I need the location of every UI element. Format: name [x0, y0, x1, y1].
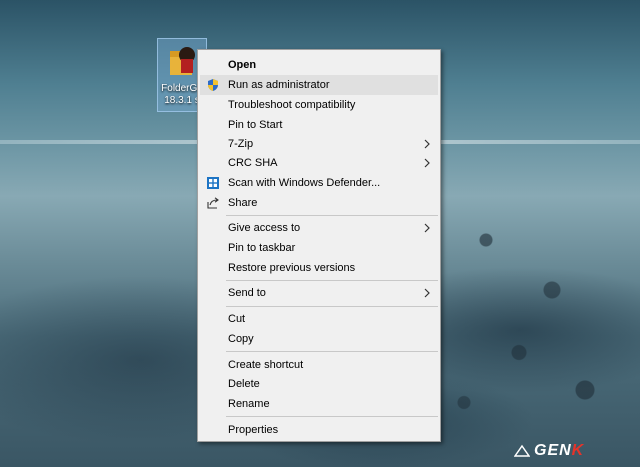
menu-item-restore-previous-versions[interactable]: Restore previous versions	[200, 258, 438, 278]
defender-icon	[207, 177, 219, 189]
menu-item-label: Cut	[228, 313, 246, 325]
menu-item-label: Delete	[228, 378, 260, 390]
menu-separator	[226, 215, 438, 216]
menu-item-send-to[interactable]: Send to	[200, 283, 438, 303]
menu-item-label: Copy	[228, 333, 254, 345]
menu-item-scan-windows-defender[interactable]: Scan with Windows Defender...	[200, 173, 438, 193]
menu-item-properties[interactable]: Properties	[200, 420, 438, 440]
menu-item-label: Scan with Windows Defender...	[228, 177, 381, 189]
menu-item-label: 7-Zip	[228, 138, 254, 150]
menu-item-label: Create shortcut	[228, 359, 304, 371]
menu-item-label: Pin to taskbar	[228, 242, 296, 254]
logo-text-accent: K	[571, 442, 585, 459]
menu-item-label: Send to	[228, 287, 266, 299]
context-menu: Open Run as administrator Troubleshoot c…	[197, 49, 441, 442]
menu-separator	[226, 416, 438, 417]
menu-item-label: Restore previous versions	[228, 262, 356, 274]
menu-item-label: Give access to	[228, 222, 301, 234]
menu-item-7zip[interactable]: 7-Zip	[200, 134, 438, 154]
chevron-right-icon	[424, 288, 430, 298]
menu-item-label: Run as administrator	[228, 79, 330, 91]
menu-item-copy[interactable]: Copy	[200, 329, 438, 349]
menu-item-give-access-to[interactable]: Give access to	[200, 218, 438, 238]
menu-item-label: CRC SHA	[228, 157, 278, 169]
chevron-right-icon	[424, 223, 430, 233]
genk-watermark-logo: GENK	[534, 442, 584, 460]
menu-item-label: Open	[228, 59, 257, 71]
menu-separator	[226, 306, 438, 307]
chevron-right-icon	[424, 158, 430, 168]
menu-item-label: Troubleshoot compatibility	[228, 99, 356, 111]
menu-item-troubleshoot-compatibility[interactable]: Troubleshoot compatibility	[200, 95, 438, 115]
menu-separator	[226, 280, 438, 281]
share-icon	[207, 197, 219, 209]
menu-item-open[interactable]: Open	[200, 55, 438, 75]
menu-item-delete[interactable]: Delete	[200, 374, 438, 394]
menu-item-pin-to-taskbar[interactable]: Pin to taskbar	[200, 238, 438, 258]
menu-item-create-shortcut[interactable]: Create shortcut	[200, 355, 438, 375]
menu-item-run-as-administrator[interactable]: Run as administrator	[200, 75, 438, 95]
folder-icon	[170, 47, 195, 75]
menu-item-rename[interactable]: Rename	[200, 394, 438, 414]
shield-icon	[208, 79, 218, 91]
menu-item-share[interactable]: Share	[200, 193, 438, 213]
chevron-right-icon	[424, 139, 430, 149]
genk-logo-mark-icon	[514, 444, 530, 457]
menu-item-label: Pin to Start	[228, 119, 283, 131]
menu-item-crc-sha[interactable]: CRC SHA	[200, 153, 438, 173]
menu-item-label: Share	[228, 197, 258, 209]
menu-separator	[226, 351, 438, 352]
menu-item-label: Properties	[228, 424, 279, 436]
menu-item-cut[interactable]: Cut	[200, 309, 438, 329]
logo-text-main: GEN	[534, 442, 572, 459]
shoreline-rocks	[420, 190, 640, 440]
menu-item-pin-to-start[interactable]: Pin to Start	[200, 115, 438, 135]
menu-item-label: Rename	[228, 398, 270, 410]
